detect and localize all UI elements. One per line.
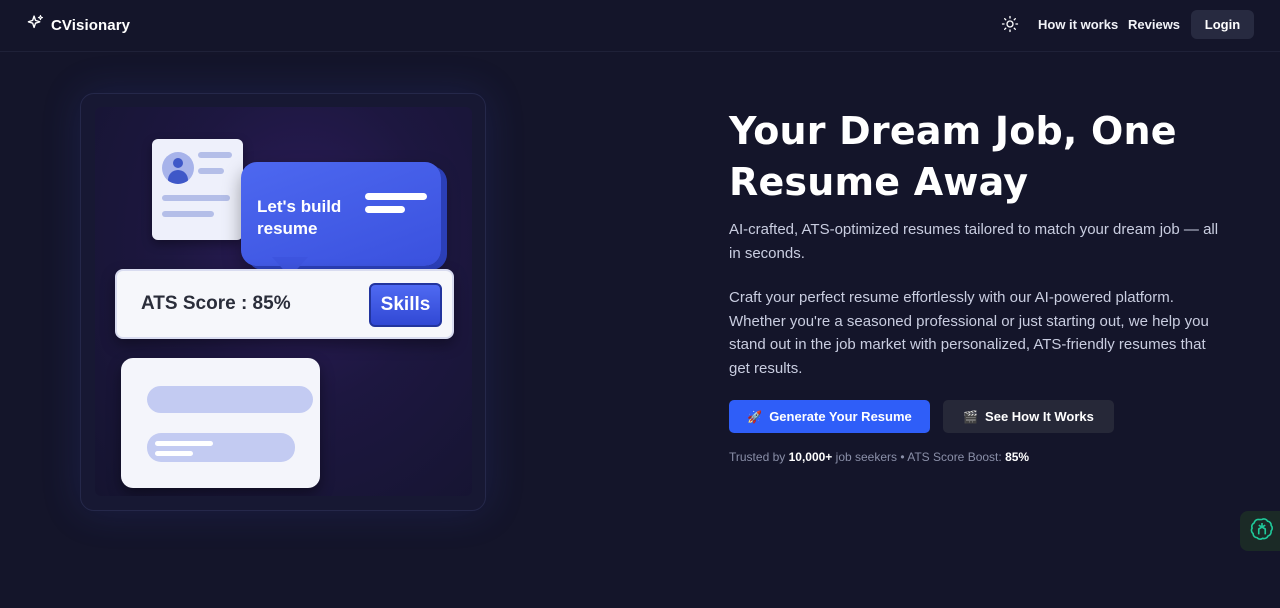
ai-assistant-button[interactable] [1240, 511, 1280, 551]
hero-illustration: Let's build resume ATS Score : 85% Skill… [95, 107, 472, 496]
clapperboard-icon: 🎬 [963, 409, 979, 424]
brand-name: CVisionary [51, 16, 131, 34]
generate-resume-button[interactable]: 🚀 Generate Your Resume [729, 400, 930, 433]
profile-card [152, 139, 243, 240]
ats-score-label: ATS Score : 85% [141, 293, 291, 314]
trust-line: Trusted by 10,000+ job seekers • ATS Sco… [729, 450, 1029, 464]
nav-link-how-it-works[interactable]: How it works [1038, 17, 1118, 32]
sparkle-icon [27, 14, 44, 36]
skills-badge: Skills [369, 283, 442, 327]
hero-headline: Your Dream Job, One Resume Away [729, 109, 1177, 204]
hero-subtitle: AI-crafted, ATS-optimized resumes tailor… [729, 221, 1219, 262]
trust-middle: job seekers • ATS Score Boost: [835, 450, 1002, 464]
ai-assistant-icon [1249, 516, 1275, 547]
trust-count: 10,000+ [788, 450, 833, 464]
top-nav: CVisionary How it works Reviews Login [0, 0, 1280, 52]
trust-boost: 85% [1005, 450, 1030, 464]
ats-score-bar: ATS Score : 85% Skills [115, 269, 454, 339]
user-avatar-icon [162, 152, 194, 184]
see-how-it-works-button[interactable]: 🎬 See How It Works [943, 400, 1114, 433]
see-how-it-works-label: See How It Works [985, 409, 1094, 424]
login-button[interactable]: Login [1191, 10, 1254, 39]
nav-link-reviews[interactable]: Reviews [1128, 17, 1180, 32]
chat-bubble: Let's build resume [241, 162, 441, 266]
generate-resume-label: Generate Your Resume [769, 409, 912, 424]
hero-description: Craft your perfect resume effortlessly w… [729, 289, 1209, 377]
theme-toggle-sun-icon[interactable] [1001, 15, 1019, 33]
form-card [121, 358, 320, 488]
brand-logo[interactable]: CVisionary [27, 14, 130, 36]
bubble-text: Let's build resume [257, 197, 342, 238]
rocket-icon: 🚀 [747, 409, 763, 424]
trust-prefix: Trusted by [729, 450, 786, 464]
